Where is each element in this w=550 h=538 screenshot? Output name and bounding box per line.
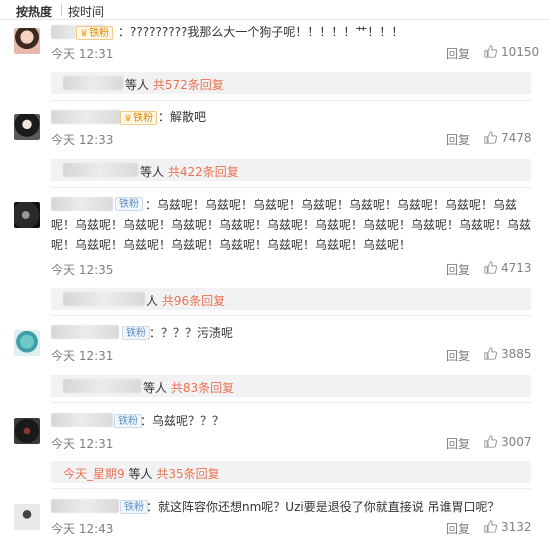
- fan-badge: ♛铁粉: [76, 26, 114, 40]
- sub-replies-prefix: 等人: [125, 78, 150, 92]
- more-replies-link[interactable]: 共422条回复: [168, 165, 239, 179]
- like-count: 4713: [501, 261, 532, 275]
- like-count: 3885: [501, 347, 532, 361]
- sub-user-redacted: [63, 379, 141, 393]
- sub-user-redacted: [63, 163, 138, 177]
- username-redacted[interactable]: [51, 413, 113, 427]
- like-button[interactable]: 4713: [484, 261, 532, 275]
- like-count: 3132: [501, 520, 532, 534]
- sub-replies-box[interactable]: 等人 共422条回复: [51, 159, 531, 181]
- thumbs-up-icon: [484, 347, 498, 360]
- sub-replies-prefix: 等人: [140, 165, 165, 179]
- sub-replies-summary: 等人 共572条回复: [125, 76, 224, 93]
- sub-replies-prefix: 等人: [143, 381, 168, 395]
- fan-badge: ♛铁粉: [120, 111, 158, 125]
- fan-badge: 铁粉: [122, 326, 150, 340]
- comment-divider: [51, 402, 531, 403]
- comment-divider: [51, 315, 531, 316]
- sub-replies-prefix: 等人: [128, 467, 153, 481]
- like-count: 3007: [501, 435, 532, 449]
- tab-by-time[interactable]: 按时间: [68, 3, 104, 20]
- more-replies-link[interactable]: 共572条回复: [153, 78, 224, 92]
- comment-text: ：解散吧: [158, 110, 207, 124]
- sub-replies-summary: 等人 共83条回复: [143, 379, 234, 396]
- crown-icon: ♛: [80, 29, 89, 39]
- like-count: 7478: [501, 131, 532, 145]
- sub-replies-summary: 等人 共422条回复: [140, 163, 239, 180]
- sub-replies-box[interactable]: 等人 共572条回复: [51, 72, 531, 94]
- reply-button[interactable]: 回复: [446, 347, 470, 364]
- user-avatar[interactable]: [14, 504, 40, 530]
- sub-replies-box[interactable]: 今天_星期9 等人 共35条回复: [51, 461, 531, 483]
- comment-text: ：乌兹呢？？？: [140, 414, 225, 428]
- comment-text: ：乌兹呢！乌兹呢！乌兹呢！乌兹呢！乌兹呢！乌兹呢！乌兹呢！乌兹呢！乌兹呢！乌兹呢…: [51, 198, 532, 252]
- comment-time: 今天 12:31: [51, 437, 114, 451]
- reply-button[interactable]: 回复: [446, 45, 470, 62]
- fan-badge: 铁粉: [120, 500, 148, 514]
- thumbs-up-icon: [484, 261, 498, 274]
- comment-divider: [51, 187, 531, 188]
- user-avatar[interactable]: [14, 202, 40, 228]
- thumbs-up-icon: [484, 520, 498, 533]
- more-replies-link[interactable]: 共35条回复: [156, 467, 219, 481]
- like-button[interactable]: 3885: [484, 347, 532, 361]
- user-avatar[interactable]: [14, 418, 40, 444]
- comment-divider: [51, 488, 531, 489]
- sub-replies-box[interactable]: 等人 共83条回复: [51, 375, 531, 397]
- sub-reply-user-link[interactable]: 今天_星期9: [63, 467, 125, 481]
- sub-replies-box[interactable]: 人 共96条回复: [51, 288, 531, 310]
- username-redacted[interactable]: [51, 110, 121, 124]
- username-redacted[interactable]: [51, 325, 119, 339]
- thumbs-up-icon: [484, 131, 498, 144]
- comment-time: 今天 12:33: [51, 133, 114, 147]
- user-avatar[interactable]: [14, 330, 40, 356]
- fan-badge: 铁粉: [114, 414, 142, 428]
- thumbs-up-icon: [484, 435, 498, 448]
- like-button[interactable]: 3007: [484, 435, 532, 449]
- sub-replies-summary: 今天_星期9 等人 共35条回复: [63, 465, 220, 482]
- reply-button[interactable]: 回复: [446, 131, 470, 148]
- reply-button[interactable]: 回复: [446, 261, 470, 278]
- sub-replies-summary: 人 共96条回复: [146, 292, 225, 309]
- sub-user-redacted: [63, 76, 123, 90]
- tab-separator: [61, 4, 62, 16]
- comment-text: ：?????????我那么大一个狗子呢！！！！！艹！！！: [118, 25, 404, 39]
- user-avatar[interactable]: [14, 114, 40, 140]
- like-count: 10150: [501, 45, 540, 59]
- comment-time: 今天 12:43: [51, 522, 114, 536]
- comment-time: 今天 12:31: [51, 349, 114, 363]
- sort-tabs: 按热度 按时间: [0, 0, 550, 20]
- like-button[interactable]: 10150: [484, 45, 539, 59]
- like-button[interactable]: 7478: [484, 131, 532, 145]
- comment-time: 今天 12:35: [51, 263, 114, 277]
- sub-replies-prefix: 人: [146, 294, 159, 308]
- more-replies-link[interactable]: 共83条回复: [171, 381, 234, 395]
- crown-icon: ♛: [124, 114, 133, 124]
- comment-text: ：就这阵容你还想nm呢？Uzi要是退役了你就直接说 吊谁胃口呢？: [146, 500, 500, 514]
- thumbs-up-icon: [484, 45, 498, 58]
- reply-button[interactable]: 回复: [446, 520, 470, 537]
- reply-button[interactable]: 回复: [446, 435, 470, 452]
- comment-text: ：？？？污渍呢: [149, 326, 234, 340]
- username-redacted[interactable]: [51, 499, 119, 513]
- comment-time: 今天 12:31: [51, 47, 114, 61]
- sub-user-redacted: [63, 292, 145, 306]
- more-replies-link[interactable]: 共96条回复: [162, 294, 225, 308]
- user-avatar[interactable]: [14, 28, 40, 54]
- comment-divider: [51, 100, 531, 101]
- tab-by-hot[interactable]: 按热度: [16, 3, 52, 20]
- like-button[interactable]: 3132: [484, 520, 532, 534]
